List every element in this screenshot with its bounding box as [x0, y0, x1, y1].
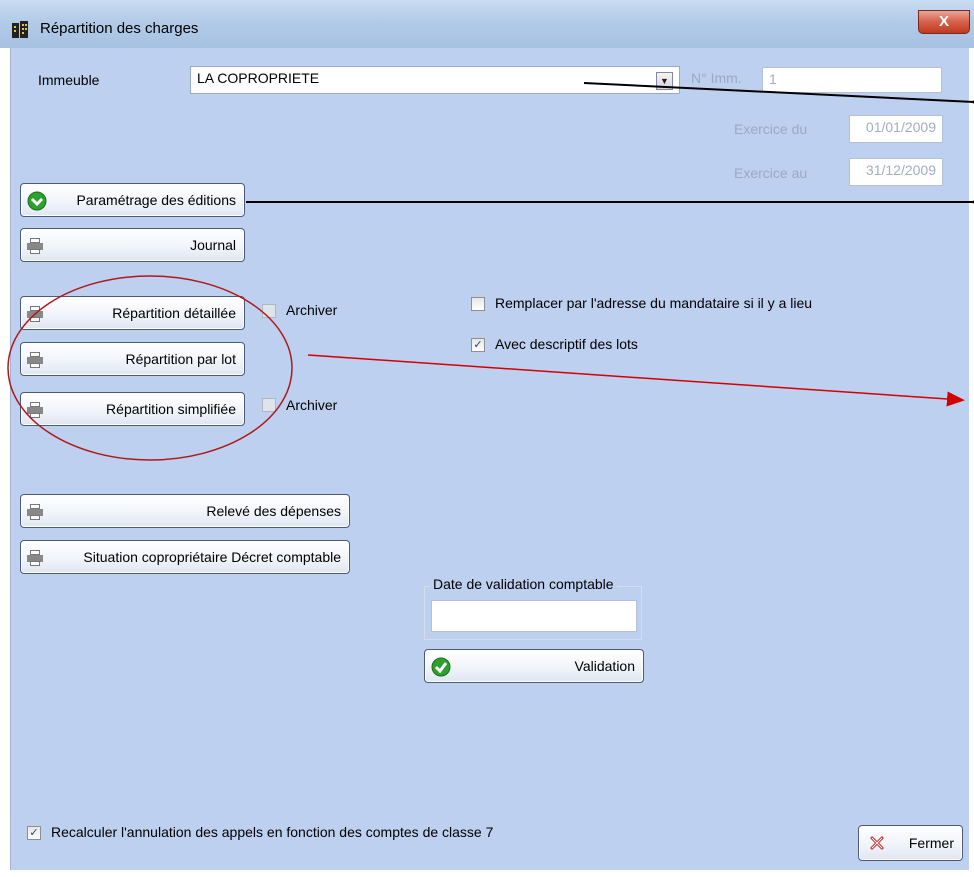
printer-icon: [27, 238, 43, 254]
situation-coproprietaire-label: Situation copropriétaire Décret comptabl…: [83, 549, 341, 565]
parametrage-label: Paramétrage des éditions: [76, 192, 236, 208]
releve-depenses-button[interactable]: Relevé des dépenses: [20, 494, 350, 528]
validation-button[interactable]: Validation: [424, 649, 644, 683]
recalculer-checkbox[interactable]: ✓: [27, 826, 41, 840]
situation-coproprietaire-button[interactable]: Situation copropriétaire Décret comptabl…: [20, 540, 350, 574]
close-icon: X: [938, 13, 949, 30]
validation-date-field[interactable]: [431, 600, 637, 632]
exercice-du-value: 01/01/2009: [865, 119, 936, 135]
green-arrow-icon: [27, 191, 47, 211]
exercice-au-value: 31/12/2009: [865, 162, 936, 178]
archiver-2-checkbox[interactable]: [262, 398, 276, 412]
repartition-par-lot-button[interactable]: Répartition par lot: [20, 342, 245, 376]
repartition-detaillee-button[interactable]: Répartition détaillée: [20, 296, 245, 330]
chevron-down-icon[interactable]: ▼: [656, 72, 673, 90]
window-title: Répartition des charges: [40, 20, 199, 37]
archiver-2-label: Archiver: [286, 397, 338, 413]
printer-icon: [27, 402, 43, 418]
close-button[interactable]: X: [918, 10, 970, 34]
exercice-au-label: Exercice au: [734, 165, 808, 181]
printer-icon: [27, 352, 43, 368]
checkmark-icon: ✓: [29, 827, 39, 839]
num-imm-field: 1: [762, 67, 942, 93]
checkmark-icon: ✓: [473, 339, 483, 351]
validation-label: Validation: [574, 658, 635, 674]
archiver-1-checkbox[interactable]: [262, 304, 276, 318]
immeuble-value: LA COPROPRIETE: [197, 70, 320, 86]
journal-label: Journal: [190, 237, 236, 253]
parametrage-editions-button[interactable]: Paramétrage des éditions: [20, 183, 245, 217]
title-bar: Répartition des charges X: [0, 0, 974, 48]
repartition-detaillee-label: Répartition détaillée: [112, 305, 236, 321]
releve-depenses-label: Relevé des dépenses: [206, 503, 341, 519]
fermer-label: Fermer: [908, 835, 954, 851]
green-check-icon: [431, 657, 451, 677]
repartition-par-lot-label: Répartition par lot: [125, 351, 236, 367]
num-imm-value: 1: [769, 71, 777, 87]
building-icon: [12, 21, 28, 38]
journal-button[interactable]: Journal: [20, 228, 245, 262]
printer-icon: [27, 550, 43, 566]
num-imm-label: N° Imm.: [691, 70, 742, 86]
exercice-au-field: 31/12/2009: [849, 158, 943, 186]
fermer-button[interactable]: Fermer: [858, 825, 963, 861]
validation-date-group-title: Date de validation comptable: [430, 576, 617, 592]
avec-descriptif-checkbox[interactable]: ✓: [471, 338, 485, 352]
remplacer-adresse-label: Remplacer par l'adresse du mandataire si…: [495, 295, 813, 311]
recalculer-label: Recalculer l'annulation des appels en fo…: [51, 824, 494, 840]
repartition-simplifiee-button[interactable]: Répartition simplifiée: [20, 392, 245, 426]
immeuble-combo[interactable]: LA COPROPRIETE: [190, 66, 680, 94]
dialog-body: Immeuble LA COPROPRIETE ▼ N° Imm. 1 Exer…: [10, 48, 969, 870]
avec-descriptif-label: Avec descriptif des lots: [495, 336, 638, 352]
repartition-simplifiee-label: Répartition simplifiée: [106, 401, 236, 417]
printer-icon: [27, 504, 43, 520]
printer-icon: [27, 306, 43, 322]
remplacer-adresse-checkbox[interactable]: [471, 297, 485, 311]
exercice-du-label: Exercice du: [734, 121, 808, 137]
exercice-du-field: 01/01/2009: [849, 115, 943, 143]
immeuble-label: Immeuble: [38, 72, 100, 88]
red-cross-icon: [870, 836, 884, 850]
archiver-1-label: Archiver: [286, 302, 338, 318]
